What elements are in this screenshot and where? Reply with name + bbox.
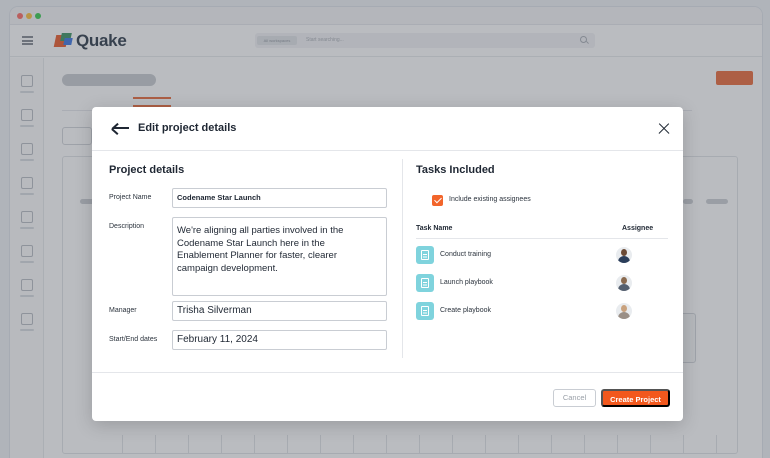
column-divider	[402, 159, 403, 358]
close-icon[interactable]	[658, 122, 670, 134]
modal-header: Edit project details	[92, 107, 683, 151]
description-label: Description	[109, 223, 145, 230]
clipboard-icon	[416, 302, 434, 320]
clipboard-icon	[416, 274, 434, 292]
back-arrow-icon[interactable]	[111, 121, 130, 135]
task-name: Launch playbook	[440, 279, 493, 286]
project-name-label: Project Name	[109, 194, 152, 201]
cancel-button[interactable]: Cancel	[553, 389, 596, 407]
clipboard-icon	[416, 246, 434, 264]
task-row[interactable]: Create playbook	[416, 302, 668, 322]
project-details-heading: Project details	[109, 164, 185, 176]
tasks-included-heading: Tasks Included	[416, 164, 495, 176]
modal-title: Edit project details	[138, 122, 237, 134]
task-name: Conduct training	[440, 251, 491, 258]
include-assignees-label: Include existing assignees	[449, 196, 531, 203]
create-project-button[interactable]: Create Project	[601, 389, 670, 407]
include-assignees-checkbox[interactable]	[432, 195, 443, 206]
dates-label: Start/End dates	[109, 336, 158, 343]
modal-footer-divider	[92, 372, 683, 373]
task-name-header: Task Name	[416, 225, 453, 232]
manager-label: Manager	[109, 307, 137, 314]
assignee-header: Assignee	[622, 225, 654, 232]
manager-input[interactable]: Trisha Silverman	[172, 301, 387, 321]
dates-input[interactable]: February 11, 2024	[172, 330, 387, 350]
avatar[interactable]	[616, 275, 632, 291]
description-textarea[interactable]: We're aligning all parties involved in t…	[172, 217, 387, 296]
task-name: Create playbook	[440, 307, 491, 314]
edit-project-modal: Edit project details Project details Pro…	[92, 107, 683, 421]
table-header-divider	[416, 238, 668, 239]
task-row[interactable]: Conduct training	[416, 246, 668, 266]
avatar[interactable]	[616, 247, 632, 263]
project-name-input[interactable]: Codename Star Launch	[172, 188, 387, 208]
avatar[interactable]	[616, 303, 632, 319]
task-row[interactable]: Launch playbook	[416, 274, 668, 294]
